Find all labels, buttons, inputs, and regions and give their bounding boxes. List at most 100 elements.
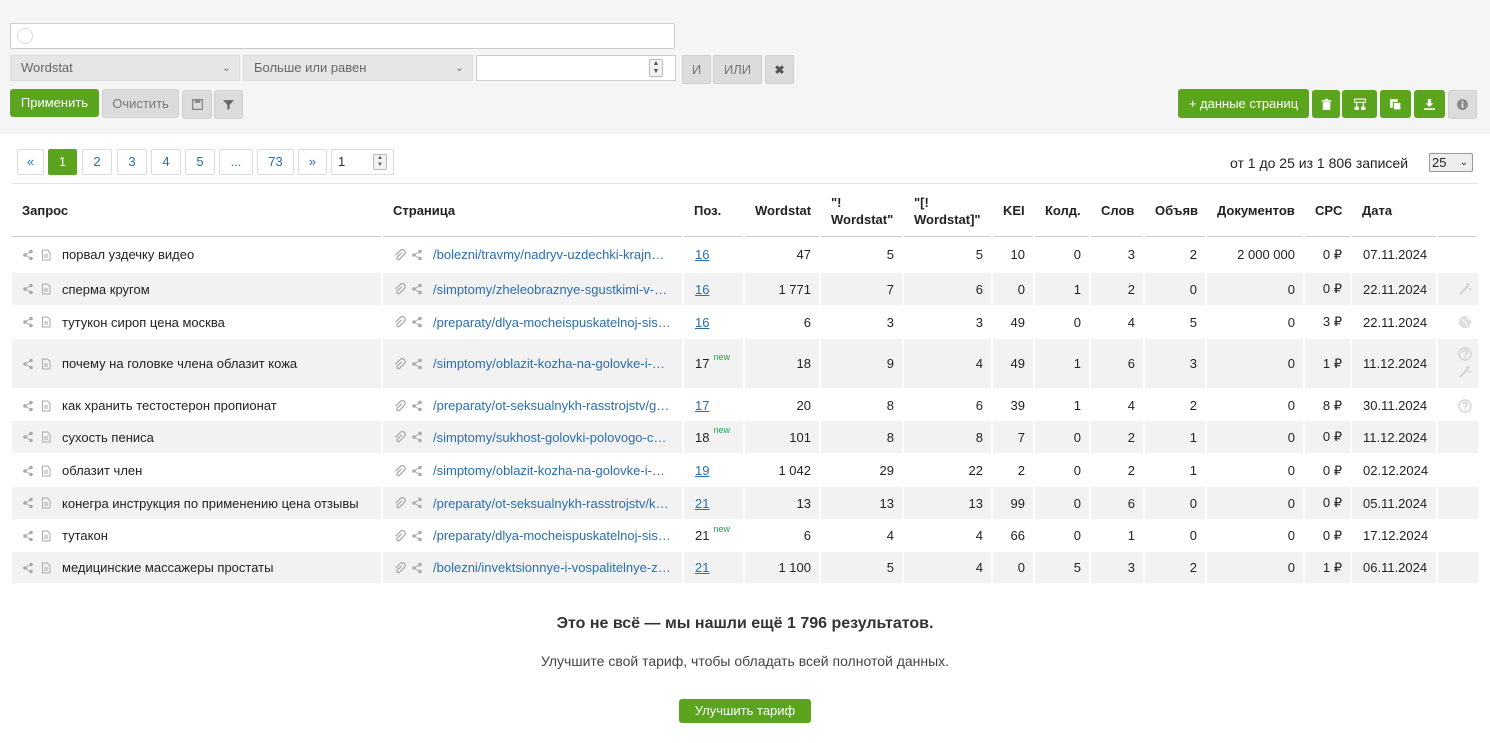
number-stepper-icon[interactable]: ▲ ▼ xyxy=(373,154,387,170)
page-link[interactable]: /preparaty/ot-seksualnykh-rasstrojstv/ko… xyxy=(433,496,671,511)
position-value[interactable]: 17 xyxy=(695,398,709,413)
magic-wand-icon[interactable] xyxy=(1458,282,1472,296)
search-box[interactable] xyxy=(10,23,675,49)
share-icon[interactable] xyxy=(22,283,34,295)
column-header-date[interactable]: Дата xyxy=(1352,184,1438,237)
page-button-3[interactable]: 3 xyxy=(117,149,147,175)
column-header-query[interactable]: Запрос xyxy=(12,184,383,237)
page-link[interactable]: /simptomy/sukhost-golovki-polovogo-chlen… xyxy=(433,430,671,445)
page-button-2[interactable]: 2 xyxy=(82,149,112,175)
column-header-pos[interactable]: Поз. xyxy=(684,184,745,237)
help-icon[interactable] xyxy=(1458,347,1472,361)
share-icon[interactable] xyxy=(411,431,423,443)
clear-button[interactable]: Очистить xyxy=(102,89,179,118)
share-icon[interactable] xyxy=(411,562,423,574)
column-header-words[interactable]: Слов xyxy=(1091,184,1145,237)
document-icon[interactable] xyxy=(40,431,52,443)
document-icon[interactable] xyxy=(40,400,52,412)
page-link[interactable]: /bolezni/travmy/nadryv-uzdechki-krajnei-… xyxy=(433,247,671,262)
position-value[interactable]: 16 xyxy=(695,315,709,330)
column-header-competitors[interactable]: Колд. xyxy=(1035,184,1091,237)
document-icon[interactable] xyxy=(40,562,52,574)
paperclip-icon[interactable] xyxy=(393,399,406,412)
paperclip-icon[interactable] xyxy=(393,248,406,261)
document-icon[interactable] xyxy=(40,249,52,261)
position-value[interactable]: 21 xyxy=(695,560,709,575)
apply-button[interactable]: Применить xyxy=(10,89,99,117)
page-link[interactable]: /preparaty/dlya-mocheispuskatelnoj-siste… xyxy=(433,315,671,330)
page-link[interactable]: /simptomy/oblazit-kozha-na-golovke-i-kra… xyxy=(433,356,671,371)
and-button[interactable]: И xyxy=(682,55,711,84)
paperclip-icon[interactable] xyxy=(393,357,406,370)
paperclip-icon[interactable] xyxy=(393,315,406,328)
globe-icon[interactable] xyxy=(1458,315,1472,329)
document-icon[interactable] xyxy=(40,497,52,509)
column-header-ws-quoted[interactable]: "! Wordstat" xyxy=(821,184,904,237)
page-button-4[interactable]: 4 xyxy=(151,149,181,175)
save-filter-button[interactable] xyxy=(182,90,212,119)
document-icon[interactable] xyxy=(40,358,52,370)
filter-value-input[interactable]: ▲ ▼ xyxy=(476,55,676,81)
share-icon[interactable] xyxy=(22,249,34,261)
filter-button[interactable] xyxy=(214,90,243,119)
search-input[interactable] xyxy=(39,27,669,45)
position-value[interactable]: 16 xyxy=(695,247,709,262)
share-icon[interactable] xyxy=(411,530,423,542)
paperclip-icon[interactable] xyxy=(393,430,406,443)
document-icon[interactable] xyxy=(40,465,52,477)
page-link[interactable]: /preparaty/dlya-mocheispuskatelnoj-siste… xyxy=(433,528,671,543)
page-link[interactable]: /simptomy/zheleobraznye-sgustkimi-v-sper… xyxy=(433,282,671,297)
paperclip-icon[interactable] xyxy=(393,529,406,542)
position-value[interactable]: 16 xyxy=(695,282,709,297)
share-icon[interactable] xyxy=(22,316,34,328)
next-page-button[interactable]: » xyxy=(298,149,327,175)
download-button[interactable] xyxy=(1414,90,1445,118)
document-icon[interactable] xyxy=(40,283,52,295)
share-icon[interactable] xyxy=(22,431,34,443)
column-header-ws-exact[interactable]: "[! Wordstat]" xyxy=(904,184,993,237)
page-button-1[interactable]: 1 xyxy=(48,149,77,175)
position-value[interactable]: 19 xyxy=(695,463,709,478)
share-icon[interactable] xyxy=(411,249,423,261)
compare-button[interactable] xyxy=(1342,90,1377,118)
info-button[interactable] xyxy=(1448,90,1477,119)
share-icon[interactable] xyxy=(411,358,423,370)
column-header-kei[interactable]: KEI xyxy=(993,184,1035,237)
share-icon[interactable] xyxy=(22,400,34,412)
column-header-documents[interactable]: Документов xyxy=(1207,184,1305,237)
paperclip-icon[interactable] xyxy=(393,464,406,477)
column-header-wordstat[interactable]: Wordstat xyxy=(745,184,821,237)
paperclip-icon[interactable] xyxy=(393,282,406,295)
page-button-5[interactable]: 5 xyxy=(185,149,215,175)
share-icon[interactable] xyxy=(22,497,34,509)
paperclip-icon[interactable] xyxy=(393,561,406,574)
share-icon[interactable] xyxy=(22,562,34,574)
delete-button[interactable] xyxy=(1312,90,1340,118)
prev-page-button[interactable]: « xyxy=(17,149,44,175)
position-value[interactable]: 21 xyxy=(695,496,709,511)
page-number-input[interactable]: 1 ▲ ▼ xyxy=(331,149,394,175)
page-link[interactable]: /simptomy/oblazit-kozha-na-golovke-i-kra… xyxy=(433,463,671,478)
page-data-button[interactable]: + данные страниц xyxy=(1178,89,1309,118)
copy-button[interactable] xyxy=(1380,90,1411,118)
share-icon[interactable] xyxy=(22,358,34,370)
share-icon[interactable] xyxy=(411,316,423,328)
column-header-page[interactable]: Страница xyxy=(383,184,684,237)
page-link[interactable]: /preparaty/ot-seksualnykh-rasstrojstv/go… xyxy=(433,398,671,413)
page-button-last[interactable]: 73 xyxy=(257,149,294,175)
share-icon[interactable] xyxy=(22,465,34,477)
help-icon[interactable] xyxy=(1458,398,1472,413)
or-button[interactable]: ИЛИ xyxy=(713,55,762,84)
field-select[interactable]: Wordstat ⌄ xyxy=(10,55,240,81)
remove-condition-button[interactable]: ✖ xyxy=(765,55,794,84)
share-icon[interactable] xyxy=(411,465,423,477)
share-icon[interactable] xyxy=(22,530,34,542)
number-stepper-icon[interactable]: ▲ ▼ xyxy=(649,59,663,77)
paperclip-icon[interactable] xyxy=(393,496,406,509)
share-icon[interactable] xyxy=(411,283,423,295)
upgrade-button[interactable]: Улучшить тариф xyxy=(679,699,811,723)
document-icon[interactable] xyxy=(40,530,52,542)
magic-wand-icon[interactable] xyxy=(1458,365,1472,379)
share-icon[interactable] xyxy=(411,497,423,509)
page-link[interactable]: /bolezni/invektsionnye-i-vospalitelnye-z… xyxy=(433,560,671,575)
